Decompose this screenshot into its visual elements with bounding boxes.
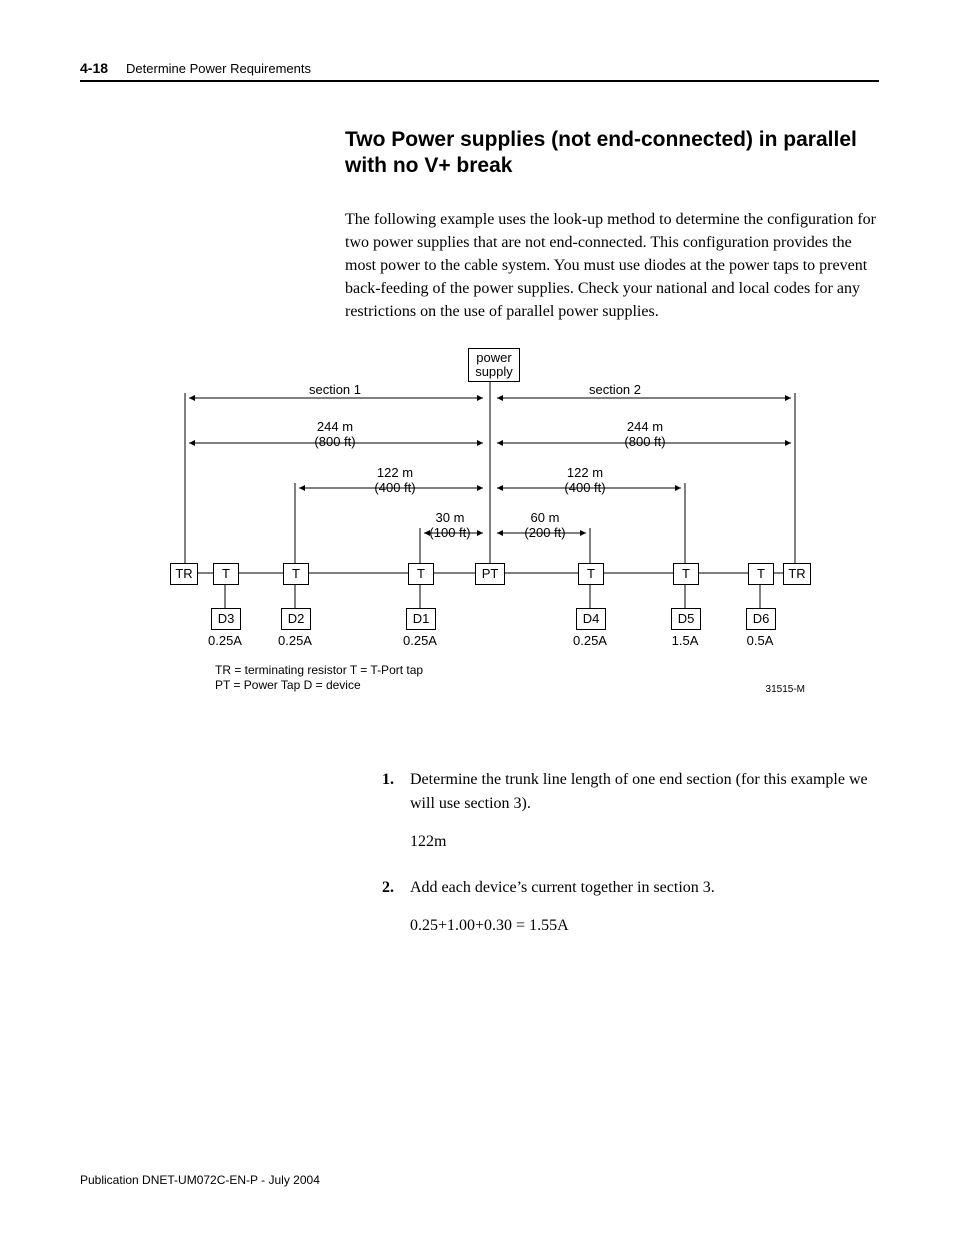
dist-400m-r: 122 m [567,465,603,480]
step-2: 2. Add each device’s current together in… [382,876,879,900]
legend-line2: PT = Power Tap D = device [215,678,423,693]
t4: T [578,563,604,585]
dist-400ft-r: (400 ft) [564,480,605,495]
tr-right: TR [783,563,811,585]
t5: T [673,563,699,585]
d5: D5 [671,608,701,630]
diagram-legend: TR = terminating resistor T = T-Port tap… [215,663,423,693]
section1-label: section 1 [295,383,375,397]
step-1-num: 1. [382,768,410,816]
pt: PT [475,563,505,585]
step-1: 1. Determine the trunk line length of on… [382,768,879,816]
publication-footer: Publication DNET-UM072C-EN-P - July 2004 [80,1173,320,1187]
c-d1: 0.25A [398,633,442,648]
step-2-num: 2. [382,876,410,900]
figure-id: 31515-M [766,684,805,695]
dist-400ft-l: (400 ft) [374,480,415,495]
page-header: 4-18 Determine Power Requirements [80,60,879,82]
dist-400-left: 122 m (400 ft) [355,466,435,495]
legend-line1: TR = terminating resistor T = T-Port tap [215,663,423,678]
c-d6: 0.5A [740,633,780,648]
dist-800-left: 244 m (800 ft) [295,420,375,449]
intro-paragraph: The following example uses the look-up m… [345,208,879,324]
c-d4: 0.25A [568,633,612,648]
c-d5: 1.5A [665,633,705,648]
chapter-title: Determine Power Requirements [126,61,311,76]
t2: T [283,563,309,585]
dist-200ft: (200 ft) [524,525,565,540]
dist-800m-l: 244 m [317,419,353,434]
dist-400-right: 122 m (400 ft) [545,466,625,495]
dist-200: 60 m (200 ft) [510,511,580,540]
c-d2: 0.25A [273,633,317,648]
power-diagram: power supply section 1 section 2 244 m (… [175,348,805,718]
d4: D4 [576,608,606,630]
step-1-text: Determine the trunk line length of one e… [410,768,879,816]
d3: D3 [211,608,241,630]
t1: T [213,563,239,585]
d2: D2 [281,608,311,630]
dist-100: 30 m (100 ft) [415,511,485,540]
tr-left: TR [170,563,198,585]
t3: T [408,563,434,585]
d1: D1 [406,608,436,630]
dist-400m-l: 122 m [377,465,413,480]
dist-800ft-r: (800 ft) [624,434,665,449]
dist-100m: 30 m [436,510,465,525]
page-number: 4-18 [80,60,108,76]
steps-list: 1. Determine the trunk line length of on… [382,768,879,938]
dist-800-right: 244 m (800 ft) [605,420,685,449]
d6: D6 [746,608,776,630]
t6: T [748,563,774,585]
c-d3: 0.25A [203,633,247,648]
dist-800m-r: 244 m [627,419,663,434]
dist-800ft-l: (800 ft) [314,434,355,449]
step-2-text: Add each device’s current together in se… [410,876,879,900]
dist-100ft: (100 ft) [429,525,470,540]
step-1-value: 122m [410,830,879,854]
section2-label: section 2 [575,383,655,397]
dist-200m: 60 m [531,510,560,525]
power-supply-box: power supply [468,348,520,381]
step-2-value: 0.25+1.00+0.30 = 1.55A [410,914,879,938]
section-title: Two Power supplies (not end-connected) i… [345,127,879,180]
